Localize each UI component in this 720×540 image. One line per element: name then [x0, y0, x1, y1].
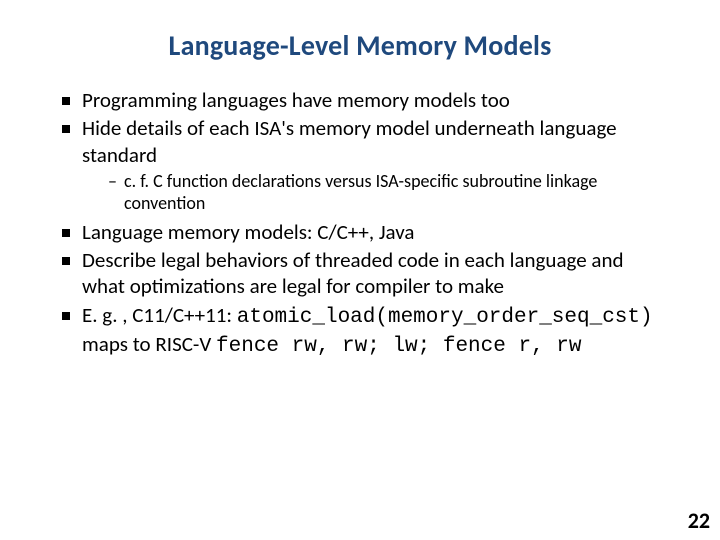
sub-bullet-text: c. f. C function declarations versus ISA…	[124, 170, 597, 215]
bullet-text: Language memory models: C/C++, Java	[82, 219, 415, 245]
bullet-item: Language memory models: C/C++, Java	[62, 219, 670, 245]
sub-bullet-item: c. f. C function declarations versus ISA…	[108, 170, 670, 215]
slide-title: Language-Level Memory Models	[50, 28, 670, 63]
sub-bullet-list: c. f. C function declarations versus ISA…	[82, 170, 670, 215]
bullet-item: E. g. , C11/C++11: atomic_load(memory_or…	[62, 302, 670, 361]
bullet-text: Hide details of each ISA's memory model …	[82, 115, 617, 167]
code-span: atomic_load(memory_order_seq_cst)	[237, 306, 653, 329]
bullet-text: Describe legal behaviors of threaded cod…	[82, 247, 624, 299]
bullet-list: Programming languages have memory models…	[50, 87, 670, 360]
bullet-text: Programming languages have memory models…	[82, 87, 510, 113]
bullet-text-lead: E. g. , C11/C++11:	[82, 302, 237, 328]
bullet-item: Describe legal behaviors of threaded cod…	[62, 247, 670, 300]
bullet-item: Hide details of each ISA's memory model …	[62, 115, 670, 215]
code-span: fence rw, rw; lw; fence r, rw	[216, 335, 581, 358]
bullet-item: Programming languages have memory models…	[62, 87, 670, 113]
slide: Language-Level Memory Models Programming…	[0, 0, 720, 540]
page-number: 22	[688, 507, 710, 534]
bullet-text-mid: maps to RISC-V	[82, 331, 216, 357]
